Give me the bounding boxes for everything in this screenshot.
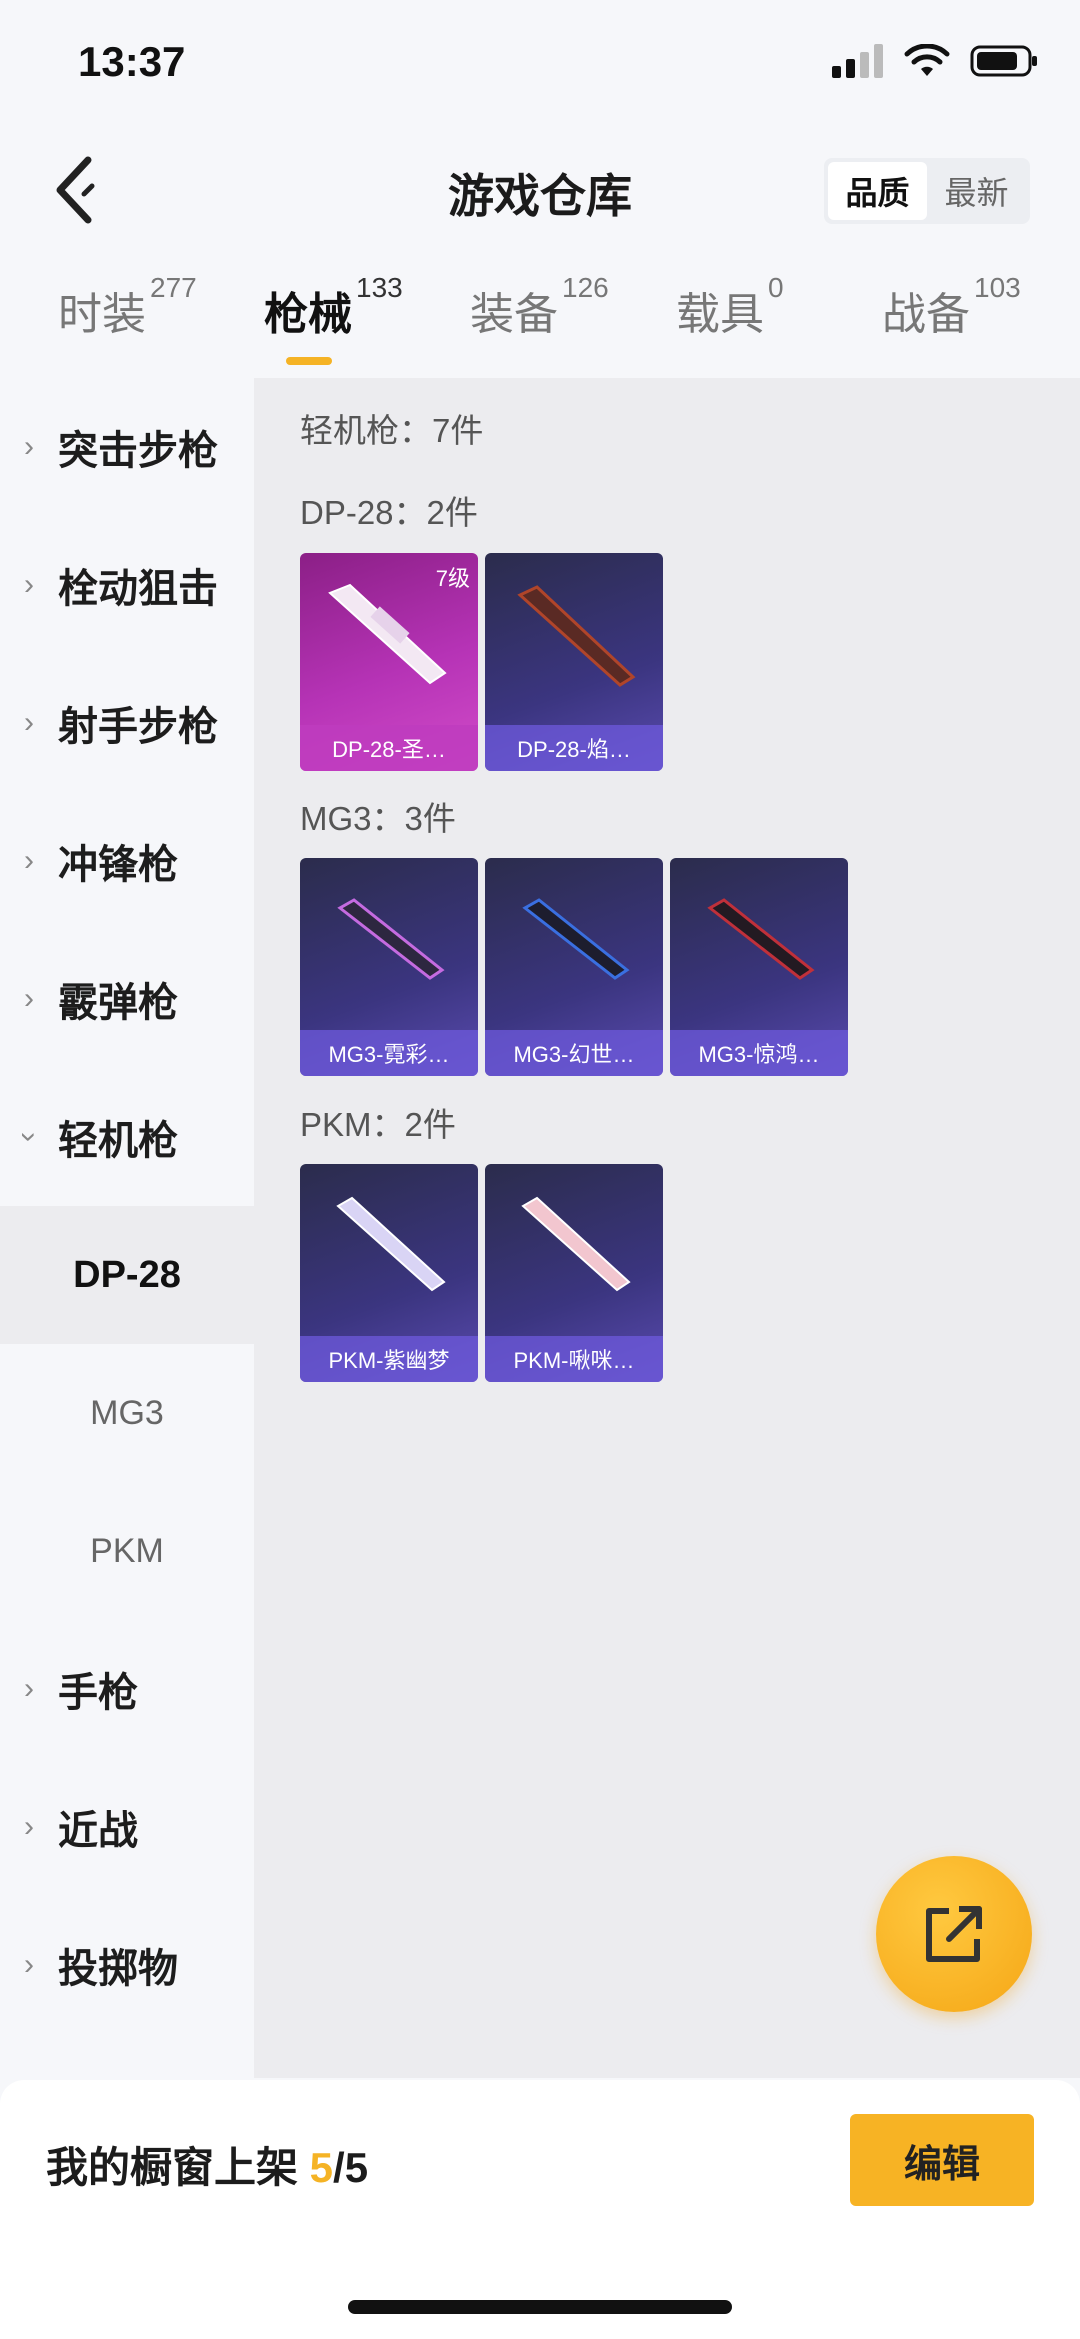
wifi-icon xyxy=(904,44,950,76)
battery-icon xyxy=(970,45,1037,77)
status-time: 13:37 xyxy=(78,38,186,85)
sidebar-item-marksman-rifle[interactable]: › 射手步枪 xyxy=(0,654,254,792)
chevron-right-icon: › xyxy=(24,1948,34,1981)
weapon-card[interactable]: MG3-惊鸿… xyxy=(670,858,848,1076)
category-tabs: 时装277 枪械133 装备126 载具0 战备103 xyxy=(0,272,1080,378)
tab-vehicles[interactable]: 载具0 xyxy=(676,272,784,342)
sort-quality-button[interactable]: 品质 xyxy=(828,162,927,220)
home-indicator[interactable] xyxy=(348,2300,732,2314)
sidebar-item-label: 栓动狙击 xyxy=(58,567,218,611)
tab-count: 103 xyxy=(974,272,1021,303)
showcase-status: 我的橱窗上架 5/5 xyxy=(46,2134,368,2195)
sidebar-item-pistol[interactable]: › 手枪 xyxy=(0,1620,254,1758)
sidebar-item-label: 轻机枪 xyxy=(58,1119,178,1163)
sidebar-item-label: 投掷物 xyxy=(58,1947,178,1991)
tab-label: 时装 xyxy=(58,290,146,339)
sidebar-item-label: 近战 xyxy=(58,1809,138,1853)
sidebar-item-bolt-sniper[interactable]: › 栓动狙击 xyxy=(0,516,254,654)
tab-supplies[interactable]: 战备103 xyxy=(882,272,1021,342)
tab-label: 载具 xyxy=(676,290,764,339)
gun-icon xyxy=(521,1196,631,1292)
gun-icon xyxy=(328,583,447,685)
group-title: PKM：2件 xyxy=(300,1106,456,1143)
chevron-right-icon: › xyxy=(24,568,34,601)
tab-label: 装备 xyxy=(470,290,558,339)
sidebar-subitem-pkm[interactable]: PKM xyxy=(0,1482,254,1620)
chevron-right-icon: › xyxy=(24,430,34,463)
weapon-card[interactable]: MG3-幻世… xyxy=(485,858,663,1076)
sidebar-item-label: 突击步枪 xyxy=(58,429,218,473)
share-fab-button[interactable] xyxy=(876,1856,1032,2012)
weapon-name: DP-28-焰… xyxy=(485,725,663,771)
sidebar-item-shotgun[interactable]: › 霰弹枪 xyxy=(0,930,254,1068)
weapon-name: MG3-霓彩… xyxy=(300,1030,478,1076)
showcase-count: 5 xyxy=(309,2144,334,2191)
weapon-name: PKM-啾咪… xyxy=(485,1336,663,1382)
gun-icon xyxy=(522,898,630,980)
sidebar-item-assault-rifle[interactable]: › 突击步枪 xyxy=(0,378,254,516)
gun-icon xyxy=(336,1196,446,1292)
sidebar-item-label: 射手步枪 xyxy=(58,705,218,749)
weapon-name: MG3-幻世… xyxy=(485,1030,663,1076)
gun-icon xyxy=(337,898,445,980)
sidebar-item-melee[interactable]: › 近战 xyxy=(0,1758,254,1896)
chevron-right-icon: › xyxy=(24,1810,34,1843)
chevron-down-icon: › xyxy=(13,1132,46,1142)
weapon-card[interactable]: 7级 DP-28-圣… xyxy=(300,553,478,771)
sidebar-item-label: 霰弹枪 xyxy=(58,981,178,1025)
tab-count: 0 xyxy=(768,272,784,303)
signal-icon xyxy=(832,44,883,78)
status-icons xyxy=(832,44,1040,78)
chevron-right-icon: › xyxy=(24,706,34,739)
weapon-name: MG3-惊鸿… xyxy=(670,1030,848,1076)
tab-firearms[interactable]: 枪械133 xyxy=(264,272,403,342)
gun-icon xyxy=(707,898,815,980)
weapon-card[interactable]: PKM-紫幽梦 xyxy=(300,1164,478,1382)
sidebar-item-label: 手枪 xyxy=(58,1671,138,1715)
sidebar-item-lmg[interactable]: › 轻机枪 xyxy=(0,1068,254,1206)
sort-toggle: 品质 最新 xyxy=(824,158,1030,224)
showcase-total: /5 xyxy=(333,2144,369,2191)
gun-icon xyxy=(517,585,636,687)
chevron-right-icon: › xyxy=(24,982,34,1015)
tab-fashion[interactable]: 时装277 xyxy=(58,272,197,342)
sidebar-subitem-mg3[interactable]: MG3 xyxy=(0,1344,254,1482)
level-badge: 7级 xyxy=(435,566,470,591)
weapon-card[interactable]: MG3-霓彩… xyxy=(300,858,478,1076)
sidebar-item-throwables[interactable]: › 投掷物 xyxy=(0,1896,254,2034)
group-title: DP-28：2件 xyxy=(300,494,478,531)
edit-button[interactable]: 编辑 xyxy=(850,2114,1034,2206)
tab-label: 战备 xyxy=(882,290,970,339)
weapon-card[interactable]: PKM-啾咪… xyxy=(485,1164,663,1382)
weapon-name: DP-28-圣… xyxy=(300,725,478,771)
tab-equipment[interactable]: 装备126 xyxy=(470,272,609,342)
sidebar-item-label: 冲锋枪 xyxy=(58,843,178,887)
group-title: MG3：3件 xyxy=(300,800,456,837)
chevron-right-icon: › xyxy=(24,1672,34,1705)
tab-count: 277 xyxy=(150,272,197,303)
tab-count: 126 xyxy=(562,272,609,303)
showcase-label: 我的橱窗上架 xyxy=(46,2144,310,2191)
sidebar-subitem-dp28[interactable]: DP-28 xyxy=(0,1206,254,1344)
sidebar-item-smg[interactable]: › 冲锋枪 xyxy=(0,792,254,930)
weapon-category-sidebar: › 突击步枪 › 栓动狙击 › 射手步枪 › 冲锋枪 › 霰弹枪 › 轻机枪 DP-28 M… xyxy=(0,378,254,2078)
tab-count: 133 xyxy=(356,272,403,303)
share-icon xyxy=(926,1906,982,1962)
chevron-right-icon: › xyxy=(24,844,34,877)
weapon-name: PKM-紫幽梦 xyxy=(300,1336,478,1382)
section-title: 轻机枪：7件 xyxy=(300,412,484,449)
weapon-card[interactable]: DP-28-焰… xyxy=(485,553,663,771)
active-tab-indicator xyxy=(286,357,332,365)
sort-newest-button[interactable]: 最新 xyxy=(927,162,1026,220)
tab-label: 枪械 xyxy=(264,290,352,339)
